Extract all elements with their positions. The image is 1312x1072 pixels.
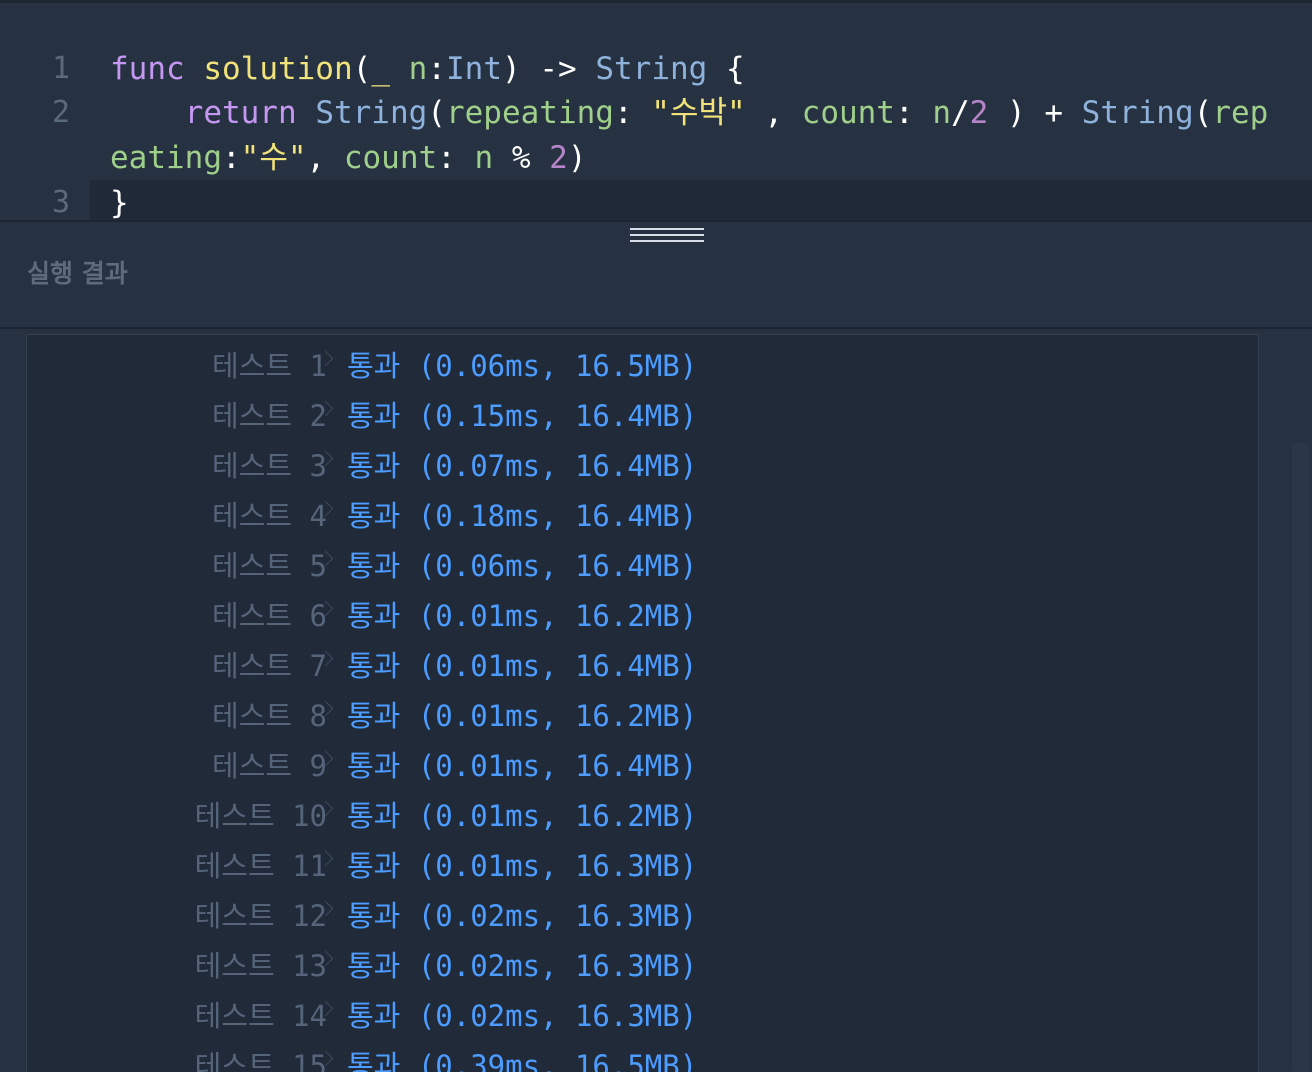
test-pass-result: 통과 (0.01ms, 16.3MB): [347, 849, 698, 883]
test-pass-result: 통과 (0.02ms, 16.3MB): [347, 899, 698, 933]
test-label: 테스트 2: [212, 399, 327, 433]
test-result-row: 테스트 7 통과 (0.01ms, 16.4MB): [27, 639, 1257, 689]
type-string: String: [315, 95, 428, 131]
test-pass-result: 통과 (0.01ms, 16.4MB): [347, 649, 698, 683]
test-pass-result: 통과 (0.07ms, 16.4MB): [347, 449, 698, 483]
code-line-1[interactable]: func solution(_ n:Int) -> String {: [110, 49, 745, 89]
number-literal: 2: [969, 95, 989, 131]
type-string: String: [1081, 95, 1194, 131]
test-result-row: 테스트 11 통과 (0.01ms, 16.3MB): [27, 839, 1257, 889]
arg-label: repeating: [445, 95, 614, 131]
line-number: 1: [51, 51, 70, 86]
test-pass-result: 통과 (0.02ms, 16.3MB): [347, 999, 698, 1033]
close-brace: }: [110, 185, 129, 220]
code-line-2-wrap[interactable]: eating:"수", count: n % 2): [110, 138, 587, 178]
panel-divider: [0, 220, 1312, 222]
test-result-row: 테스트 13 통과 (0.02ms, 16.3MB): [27, 939, 1257, 989]
string-literal: "수": [240, 140, 307, 176]
arg-label: rep: [1212, 95, 1269, 131]
test-result-row: 테스트 8 통과 (0.01ms, 16.2MB): [27, 689, 1257, 739]
test-result-row: 테스트 15 통과 (0.39ms, 16.5MB): [27, 1039, 1257, 1072]
test-label: 테스트 11: [194, 849, 327, 883]
colon: :: [894, 95, 933, 131]
test-label: 테스트 6: [212, 599, 327, 633]
param-ref: n: [474, 140, 494, 176]
test-pass-result: 통과 (0.01ms, 16.2MB): [347, 799, 698, 833]
test-label: 테스트 5: [212, 549, 327, 583]
arg-label: eating: [110, 140, 222, 176]
open-brace: {: [707, 51, 745, 87]
function-name: solution: [203, 51, 353, 87]
code-line-3[interactable]: }: [110, 183, 129, 220]
test-pass-result: 통과 (0.02ms, 16.3MB): [347, 949, 698, 983]
operator: ) +: [988, 95, 1082, 131]
open-paren: (: [427, 95, 446, 131]
code-line-2[interactable]: return String(repeating: "수박" , count: n…: [110, 93, 1269, 133]
operator: %: [493, 140, 550, 176]
colon: :: [427, 51, 446, 87]
test-pass-result: 통과 (0.01ms, 16.4MB): [347, 749, 698, 783]
test-result-row: 테스트 6 통과 (0.01ms, 16.2MB): [27, 589, 1257, 639]
colon: :: [221, 140, 241, 176]
type-int: Int: [446, 51, 502, 87]
code-runner-window: 1 2 3 func solution(_ n:Int) -> String {…: [0, 0, 1312, 1072]
test-result-row: 테스트 4 통과 (0.18ms, 16.4MB): [27, 489, 1257, 539]
test-pass-result: 통과 (0.01ms, 16.2MB): [347, 699, 698, 733]
test-pass-result: 통과 (0.15ms, 16.4MB): [347, 399, 698, 433]
colon: :: [437, 140, 475, 176]
test-label: 테스트 10: [194, 799, 327, 833]
test-pass-result: 통과 (0.18ms, 16.4MB): [347, 499, 698, 533]
test-result-row: 테스트 9 통과 (0.01ms, 16.4MB): [27, 739, 1257, 789]
operator: /: [950, 95, 970, 131]
comma: ,: [306, 140, 344, 176]
test-label: 테스트 13: [194, 949, 327, 983]
test-pass-result: 통과 (0.39ms, 16.5MB): [347, 1049, 698, 1072]
test-result-row: 테스트 14 통과 (0.02ms, 16.3MB): [27, 989, 1257, 1039]
test-result-row: 테스트 12 통과 (0.02ms, 16.3MB): [27, 889, 1257, 939]
test-label: 테스트 7: [212, 649, 327, 683]
resize-handle-icon[interactable]: [630, 228, 704, 248]
open-paren: (: [352, 51, 372, 87]
underscore-label: _: [371, 51, 390, 87]
test-label: 테스트 15: [194, 1049, 327, 1072]
colon: :: [613, 95, 652, 131]
test-label: 테스트 9: [212, 749, 327, 783]
keyword-func: func: [110, 51, 185, 87]
test-pass-result: 통과 (0.01ms, 16.2MB): [347, 599, 698, 633]
string-literal: "수박": [651, 95, 746, 131]
test-result-row: 테스트 3 통과 (0.07ms, 16.4MB): [27, 439, 1257, 489]
result-panel-title: 실행 결과: [27, 259, 128, 288]
arg-label: count: [801, 95, 895, 131]
number-literal: 2: [549, 140, 568, 176]
code-editor[interactable]: 1 2 3 func solution(_ n:Int) -> String {…: [0, 0, 1312, 220]
test-pass-result: 통과 (0.06ms, 16.4MB): [347, 549, 698, 583]
open-paren: (: [1193, 95, 1213, 131]
test-result-row: 테스트 10 통과 (0.01ms, 16.2MB): [27, 789, 1257, 839]
test-pass-result: 통과 (0.06ms, 16.5MB): [347, 349, 698, 383]
test-label: 테스트 4: [212, 499, 327, 533]
close-paren: ): [567, 140, 587, 176]
scrollbar[interactable]: [1292, 443, 1309, 1072]
arg-label: count: [343, 140, 438, 176]
test-label: 테스트 1: [212, 349, 327, 383]
result-output-box[interactable]: 테스트 1 통과 (0.06ms, 16.5MB) 테스트 2 통과 (0.15ms,…: [26, 334, 1259, 1072]
test-label: 테스트 14: [194, 999, 327, 1033]
line-number: 3: [51, 185, 70, 220]
type-string: String: [595, 51, 708, 87]
comma: ,: [745, 95, 802, 131]
test-result-row: 테스트 1 통과 (0.06ms, 16.5MB): [27, 339, 1257, 389]
test-result-row: 테스트 5 통과 (0.06ms, 16.4MB): [27, 539, 1257, 589]
return-arrow: ) ->: [502, 51, 596, 87]
test-label: 테스트 3: [212, 449, 327, 483]
param-ref: n: [932, 95, 951, 131]
line-number: 2: [51, 95, 70, 130]
keyword-return: return: [184, 95, 297, 131]
test-label: 테스트 12: [194, 899, 327, 933]
test-result-row: 테스트 2 통과 (0.15ms, 16.4MB): [27, 389, 1257, 439]
test-label: 테스트 8: [212, 699, 327, 733]
active-line-highlight: [90, 180, 1312, 220]
header-divider: [0, 327, 1312, 329]
param-name: n: [408, 51, 428, 87]
